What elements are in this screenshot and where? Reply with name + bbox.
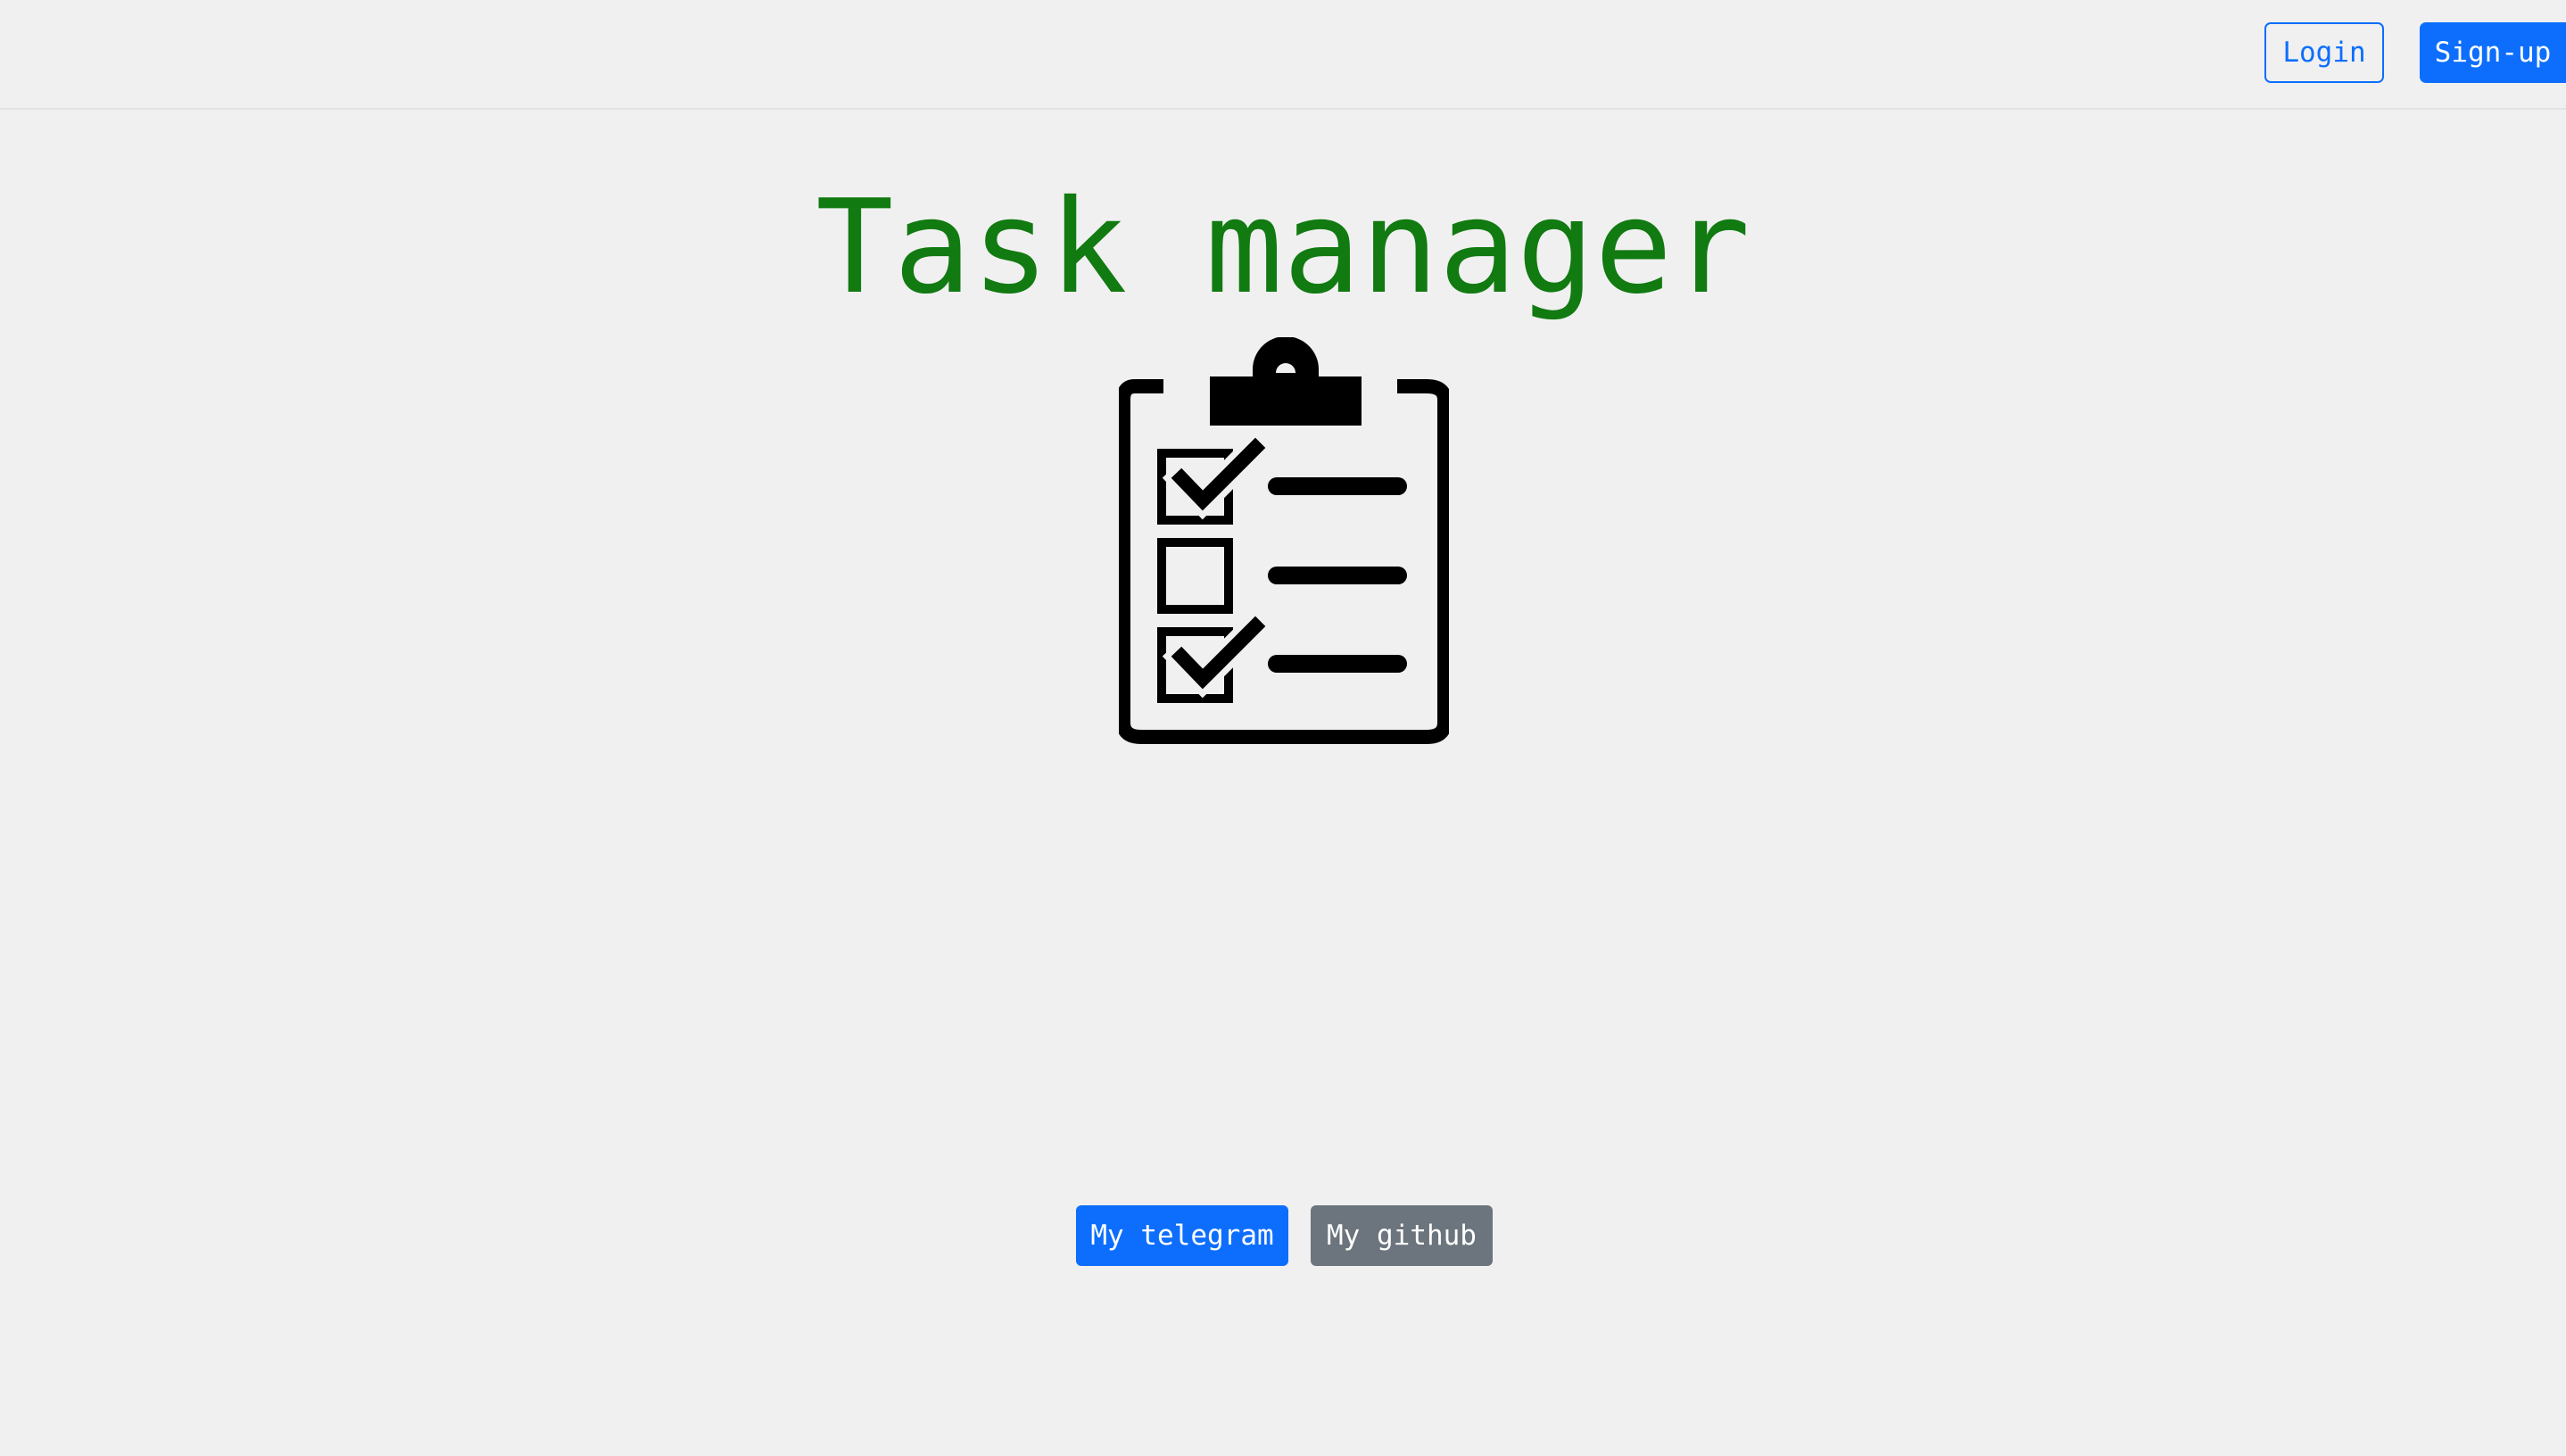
page: Login Sign-up Task manager My telegram M… [0,0,2566,1456]
clipboard-checklist-icon [1119,337,1449,744]
telegram-link-button[interactable]: My telegram [1076,1205,1288,1266]
github-link-button[interactable]: My github [1311,1205,1493,1266]
page-title: Task manager [815,172,1751,323]
top-navbar: Login Sign-up [0,0,2566,110]
signup-button[interactable]: Sign-up [2420,22,2566,83]
login-button[interactable]: Login [2264,22,2384,83]
